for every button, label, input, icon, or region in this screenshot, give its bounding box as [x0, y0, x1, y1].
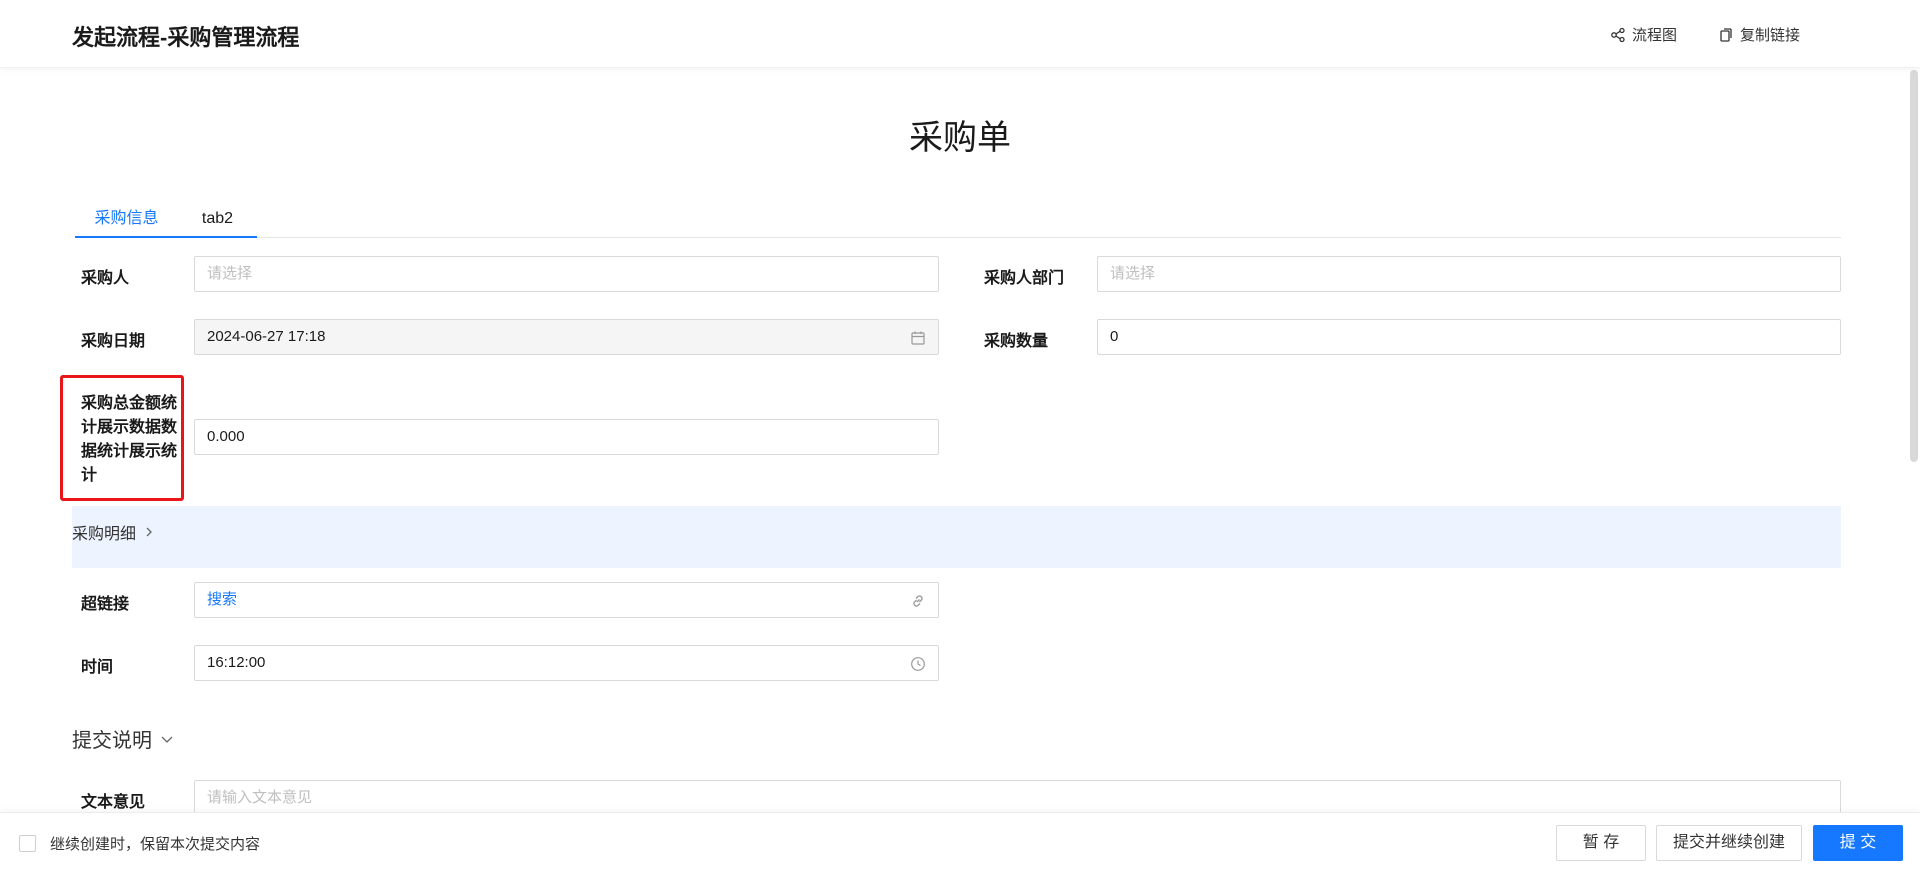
total-amount-value: 0.000: [207, 428, 245, 445]
time-value: 16:12:00: [207, 654, 266, 671]
purchase-date-input[interactable]: 2024-06-27 17:18: [194, 319, 939, 355]
copy-link-button[interactable]: 复制链接: [1718, 24, 1800, 45]
submit-button[interactable]: 提 交: [1813, 825, 1903, 861]
purchaser-placeholder: 请选择: [207, 265, 253, 282]
hyperlink-label: 超链接: [81, 596, 130, 613]
save-draft-button[interactable]: 暂 存: [1556, 825, 1646, 861]
text-opinion-placeholder: 请输入文本意见: [207, 789, 313, 806]
flow-chart-button[interactable]: 流程图: [1610, 24, 1677, 45]
tab-purchase-info[interactable]: 采购信息: [75, 208, 178, 238]
time-input[interactable]: 16:12:00: [194, 645, 939, 681]
text-opinion-label: 文本意见: [81, 794, 146, 811]
submit-continue-button[interactable]: 提交并继续创建: [1656, 825, 1802, 861]
calendar-icon: [911, 331, 925, 345]
purchase-detail-label: 采购明细: [72, 526, 137, 543]
keep-content-label: 继续创建时，保留本次提交内容: [50, 836, 261, 853]
tab-label: tab2: [201, 210, 234, 227]
purchase-date-value: 2024-06-27 17:18: [207, 328, 326, 345]
clock-icon: [911, 657, 925, 671]
page-title: 发起流程-采购管理流程: [72, 25, 300, 50]
copy-link-label: 复制链接: [1740, 27, 1801, 44]
page-header: 发起流程-采购管理流程 流程图 复制链接: [0, 0, 1920, 68]
purchaser-label: 采购人: [81, 270, 130, 287]
purchase-detail-toggle[interactable]: 采购明细: [72, 520, 154, 544]
purchase-qty-label: 采购数量: [984, 333, 1049, 350]
form-title: 采购单: [909, 119, 1011, 157]
purchase-detail-section: 采购明细: [72, 506, 1841, 568]
keep-content-checkbox[interactable]: [19, 835, 36, 852]
purchase-qty-input[interactable]: 0: [1097, 319, 1841, 355]
tab-tab2[interactable]: tab2: [178, 208, 257, 238]
purchaser-dept-placeholder: 请选择: [1110, 265, 1156, 282]
total-amount-label: 采购总金额统计展示数据数据统计展示统计: [60, 375, 184, 501]
chevron-down-icon: [161, 736, 173, 743]
purchaser-select[interactable]: 请选择: [194, 256, 939, 292]
purchase-date-label: 采购日期: [81, 333, 146, 350]
chevron-right-icon: [146, 527, 152, 537]
flow-chart-icon: [1611, 27, 1625, 42]
tab-bar: 采购信息 tab2: [75, 208, 1841, 238]
footer-bar: 继续创建时，保留本次提交内容 暂 存 提交并继续创建 提 交: [0, 812, 1920, 870]
hyperlink-input[interactable]: 搜索: [194, 582, 939, 618]
tab-label: 采购信息: [94, 210, 159, 227]
link-icon: [913, 595, 923, 607]
submit-description-label: 提交说明: [72, 730, 152, 752]
purchaser-dept-label: 采购人部门: [984, 270, 1065, 287]
copy-icon: [1720, 27, 1732, 42]
time-label: 时间: [81, 659, 114, 676]
submit-description-toggle[interactable]: 提交说明: [72, 724, 174, 753]
total-amount-input[interactable]: 0.000: [194, 419, 939, 455]
purchase-qty-value: 0: [1110, 328, 1119, 345]
flow-chart-label: 流程图: [1632, 27, 1678, 44]
purchaser-dept-select[interactable]: 请选择: [1097, 256, 1841, 292]
hyperlink-value[interactable]: 搜索: [207, 591, 237, 608]
